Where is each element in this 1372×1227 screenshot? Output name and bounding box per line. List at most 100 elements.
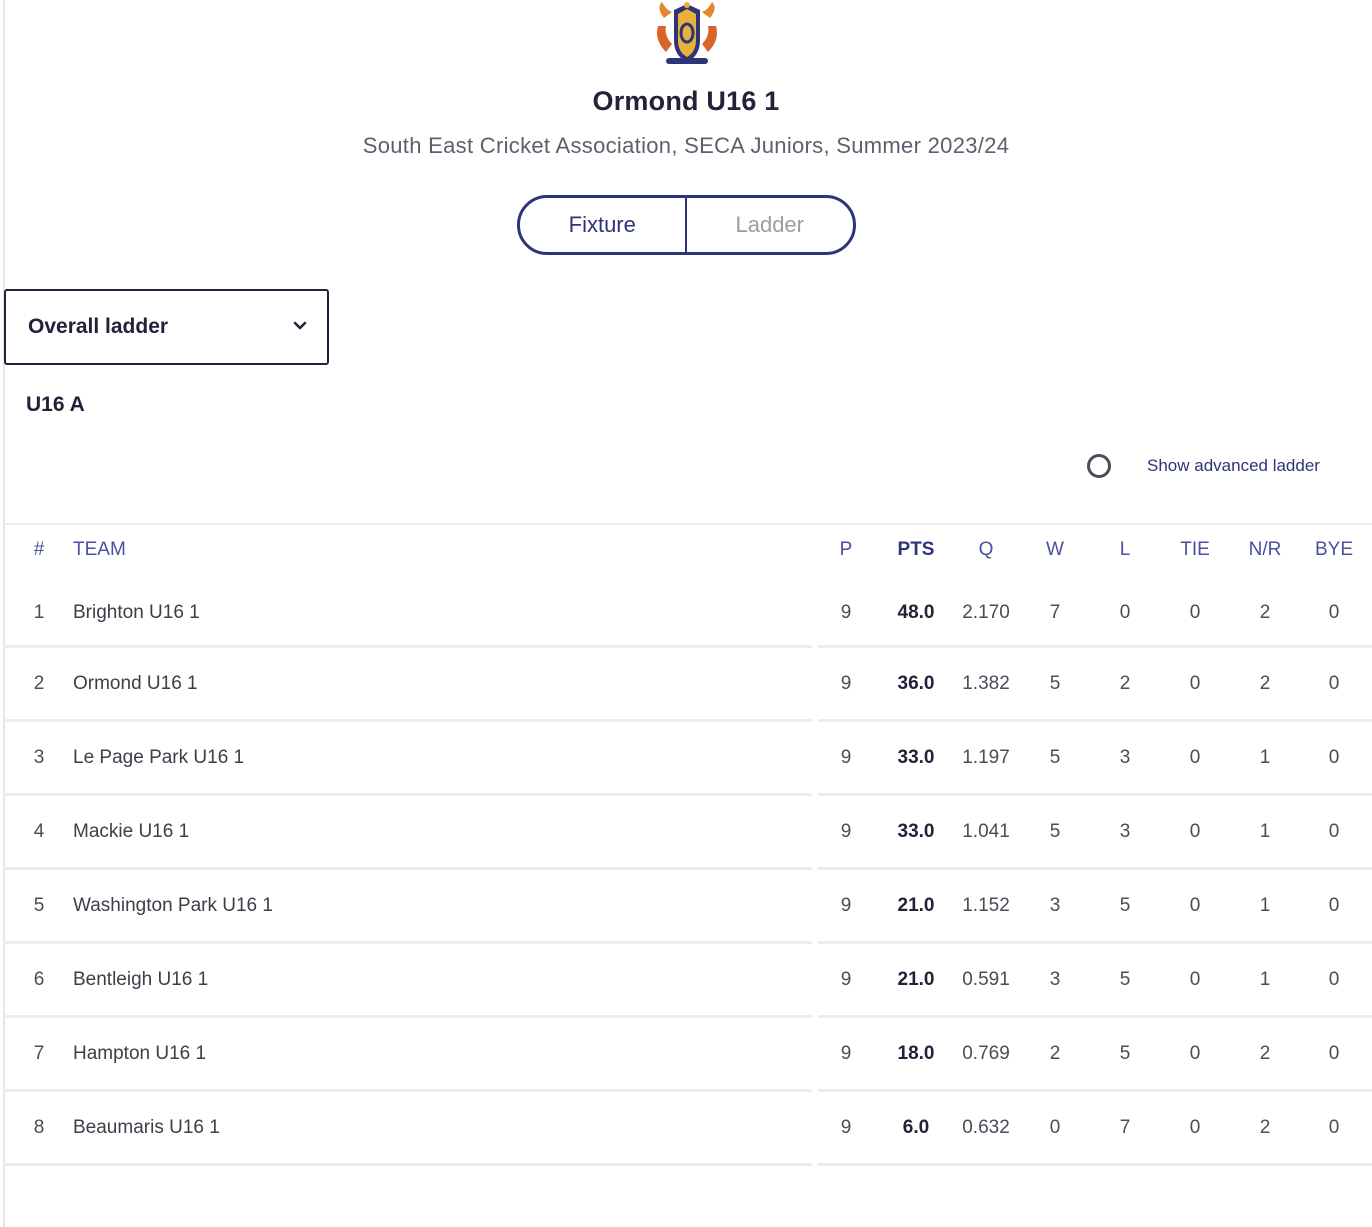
team-name[interactable]: Ormond U16 1: [73, 648, 198, 719]
header-points[interactable]: PTS: [886, 539, 946, 561]
radio-button[interactable]: [1087, 454, 1111, 478]
ladder-select-value: Overall ladder: [28, 315, 169, 338]
group-title: U16 A: [26, 393, 85, 416]
wins-cell: 5: [1049, 821, 1061, 842]
ties-cell: 0: [1189, 1043, 1201, 1064]
table-row[interactable]: 1 Brighton U16 1 9 48.0 2.170 7 0 0 2 0: [4, 577, 1372, 648]
played-cell: 9: [840, 602, 852, 623]
competition-subtitle: South East Cricket Association, SECA Jun…: [362, 133, 1010, 158]
team-name[interactable]: Bentleigh U16 1: [73, 944, 208, 1015]
played-cell: 9: [840, 969, 852, 990]
quotient-cell: 0.591: [962, 969, 1010, 990]
points-cell: 21.0: [897, 895, 935, 916]
losses-cell: 5: [1119, 1043, 1131, 1064]
team-name[interactable]: Hampton U16 1: [73, 1018, 206, 1089]
byes-cell: 0: [1328, 673, 1340, 694]
team-name[interactable]: Beaumaris U16 1: [73, 1092, 220, 1163]
points-cell: 48.0: [897, 602, 935, 623]
byes-cell: 0: [1328, 747, 1340, 768]
rank-cell: 4: [33, 821, 45, 842]
wins-cell: 7: [1049, 602, 1061, 623]
byes-cell: 0: [1328, 1043, 1340, 1064]
table-row[interactable]: 2 Ormond U16 1 9 36.0 1.382 5 2 0 2 0: [4, 648, 1372, 722]
ties-cell: 0: [1189, 821, 1201, 842]
rank-cell: 2: [33, 673, 45, 694]
header-losses[interactable]: L: [1105, 539, 1145, 561]
wins-cell: 3: [1049, 969, 1061, 990]
points-cell: 33.0: [897, 747, 935, 768]
losses-cell: 5: [1119, 895, 1131, 916]
no-result-cell: 2: [1259, 1043, 1271, 1064]
points-cell: 6.0: [902, 1117, 930, 1138]
no-result-cell: 1: [1259, 895, 1271, 916]
losses-cell: 3: [1119, 821, 1131, 842]
points-cell: 21.0: [897, 969, 935, 990]
rank-cell: 7: [33, 1043, 45, 1064]
rank-cell: 3: [33, 747, 45, 768]
header-quotient[interactable]: Q: [956, 539, 1016, 561]
points-cell: 18.0: [897, 1043, 935, 1064]
tab-ladder[interactable]: Ladder: [687, 198, 854, 252]
played-cell: 9: [840, 821, 852, 842]
header-byes[interactable]: BYE: [1309, 539, 1359, 561]
quotient-cell: 0.769: [962, 1043, 1010, 1064]
no-result-cell: 1: [1259, 821, 1271, 842]
ties-cell: 0: [1189, 747, 1201, 768]
no-result-cell: 2: [1259, 602, 1271, 623]
wins-cell: 5: [1049, 747, 1061, 768]
points-cell: 33.0: [897, 821, 935, 842]
table-row[interactable]: 8 Beaumaris U16 1 9 6.0 0.632 0 7 0 2 0: [4, 1092, 1372, 1166]
header-rank[interactable]: #: [19, 539, 59, 561]
wins-cell: 2: [1049, 1043, 1061, 1064]
table-row[interactable]: 5 Washington Park U16 1 9 21.0 1.152 3 5 0 1 0: [4, 870, 1372, 944]
losses-cell: 7: [1119, 1117, 1131, 1138]
team-name[interactable]: Washington Park U16 1: [73, 870, 273, 941]
quotient-cell: 1.382: [962, 673, 1010, 694]
header-played[interactable]: P: [826, 539, 866, 561]
rank-cell: 6: [33, 969, 45, 990]
header-wins[interactable]: W: [1035, 539, 1075, 561]
rank-cell: 5: [33, 895, 45, 916]
quotient-cell: 1.152: [962, 895, 1010, 916]
wins-cell: 3: [1049, 895, 1061, 916]
ladder-table: # TEAM P PTS Q W L TIE N/R BYE 1 Brighton…: [4, 525, 1372, 1166]
advanced-ladder-toggle[interactable]: Show advanced ladder: [1087, 454, 1320, 478]
quotient-cell: 0.632: [962, 1117, 1010, 1138]
byes-cell: 0: [1328, 969, 1340, 990]
wins-cell: 0: [1049, 1117, 1061, 1138]
team-name[interactable]: Brighton U16 1: [73, 577, 200, 648]
no-result-cell: 1: [1259, 747, 1271, 768]
points-cell: 36.0: [897, 673, 935, 694]
table-header: # TEAM P PTS Q W L TIE N/R BYE: [4, 525, 1372, 577]
played-cell: 9: [840, 747, 852, 768]
team-name[interactable]: Mackie U16 1: [73, 796, 189, 867]
team-name[interactable]: Le Page Park U16 1: [73, 722, 244, 793]
played-cell: 9: [840, 895, 852, 916]
quotient-cell: 1.197: [962, 747, 1010, 768]
header-ties[interactable]: TIE: [1170, 539, 1220, 561]
advanced-ladder-label: Show advanced ladder: [1147, 456, 1320, 475]
club-crest-icon: [652, 0, 722, 70]
table-row[interactable]: 4 Mackie U16 1 9 33.0 1.041 5 3 0 1 0: [4, 796, 1372, 870]
tab-fixture[interactable]: Fixture: [520, 198, 687, 252]
played-cell: 9: [840, 1117, 852, 1138]
ties-cell: 0: [1189, 673, 1201, 694]
table-row[interactable]: 6 Bentleigh U16 1 9 21.0 0.591 3 5 0 1 0: [4, 944, 1372, 1018]
header-no-result[interactable]: N/R: [1240, 539, 1290, 561]
view-toggle: Fixture Ladder: [517, 195, 856, 255]
row-divider: [818, 1163, 1372, 1166]
byes-cell: 0: [1328, 821, 1340, 842]
byes-cell: 0: [1328, 1117, 1340, 1138]
ties-cell: 0: [1189, 895, 1201, 916]
no-result-cell: 1: [1259, 969, 1271, 990]
losses-cell: 2: [1119, 673, 1131, 694]
ladder-select[interactable]: Overall ladder: [4, 289, 329, 365]
table-row[interactable]: 3 Le Page Park U16 1 9 33.0 1.197 5 3 0 1 0: [4, 722, 1372, 796]
header-team[interactable]: TEAM: [73, 539, 126, 561]
ties-cell: 0: [1189, 1117, 1201, 1138]
quotient-cell: 2.170: [962, 602, 1010, 623]
byes-cell: 0: [1328, 895, 1340, 916]
table-row[interactable]: 7 Hampton U16 1 9 18.0 0.769 2 5 0 2 0: [4, 1018, 1372, 1092]
rank-cell: 1: [33, 602, 45, 623]
losses-cell: 5: [1119, 969, 1131, 990]
